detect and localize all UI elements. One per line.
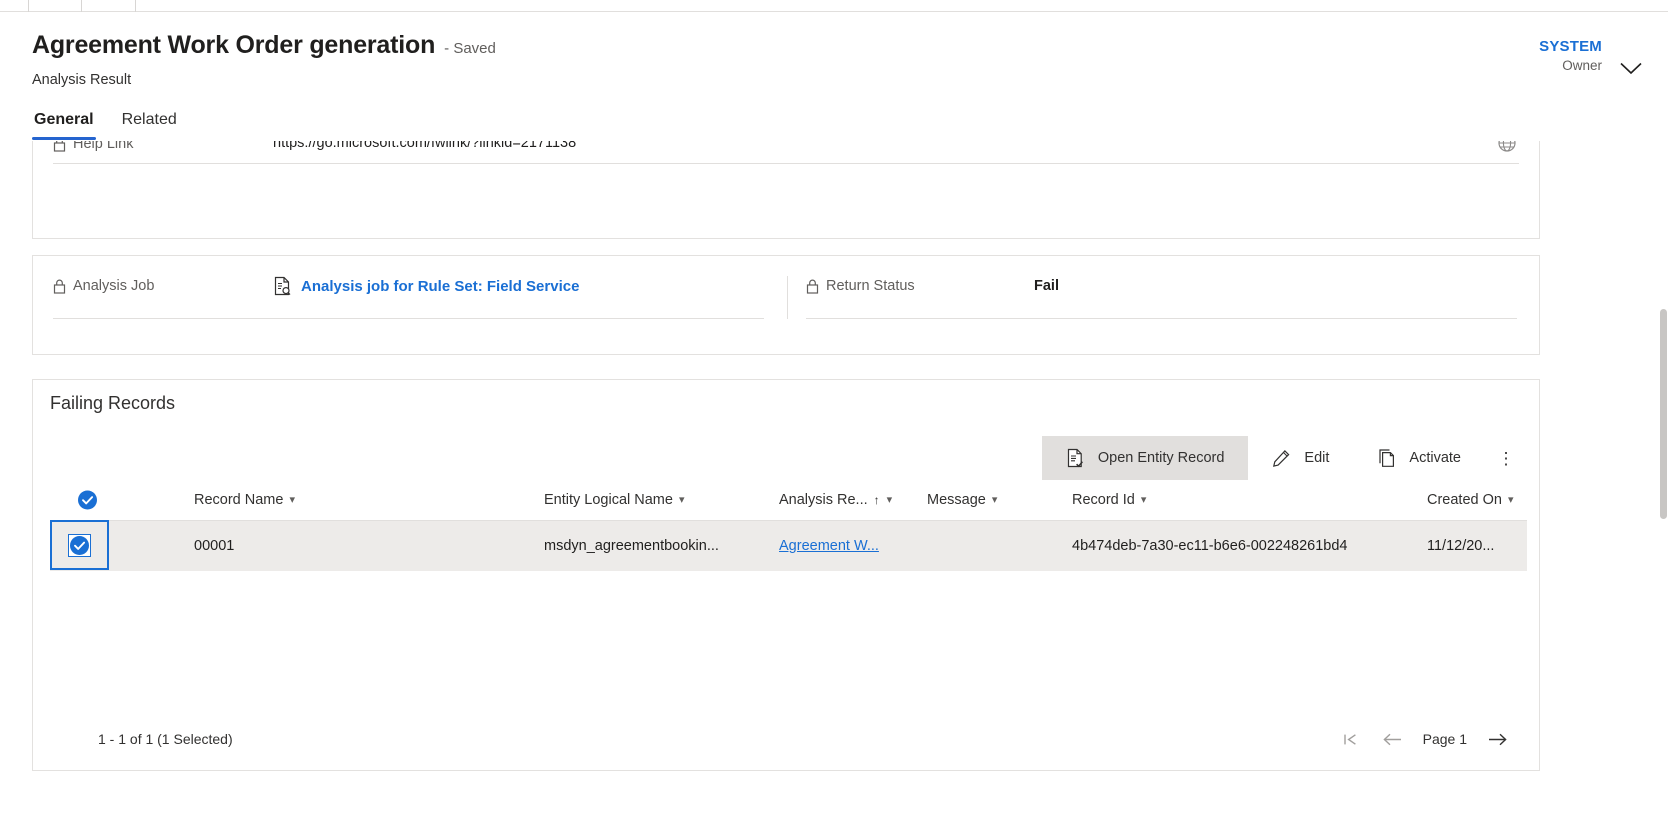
- column-header-message[interactable]: Message ▾: [927, 492, 997, 508]
- grid-footer: 1 - 1 of 1 (1 Selected) Page 1: [50, 720, 1527, 760]
- more-commands-icon[interactable]: ⋮: [1485, 436, 1527, 480]
- previous-page-icon[interactable]: [1381, 726, 1405, 752]
- vertical-scrollbar[interactable]: [1659, 141, 1668, 831]
- next-page-icon[interactable]: [1485, 726, 1509, 752]
- chrome-divider: [28, 0, 29, 12]
- first-page-icon[interactable]: [1339, 726, 1363, 752]
- owner-name[interactable]: SYSTEM: [1539, 37, 1602, 57]
- column-header-label: Record Id: [1072, 492, 1135, 508]
- help-link-row: Help Link https://go.microsoft.com/fwlin…: [33, 141, 1539, 176]
- row-select-checkbox[interactable]: [50, 520, 109, 570]
- help-link-label: Help Link: [73, 141, 134, 152]
- column-header-record-id[interactable]: Record Id ▾: [1072, 492, 1146, 508]
- lock-icon: [53, 141, 66, 152]
- entity-type-label: Analysis Result: [32, 72, 132, 88]
- activate-label: Activate: [1409, 450, 1461, 466]
- chevron-down-icon[interactable]: ▾: [1141, 494, 1147, 506]
- help-link-card: Help Link https://go.microsoft.com/fwlin…: [32, 141, 1540, 239]
- save-status: - Saved: [444, 40, 496, 57]
- analysis-job-label-group: Analysis Job: [53, 278, 154, 294]
- form-tabs: General Related: [32, 111, 179, 140]
- form-body: Help Link https://go.microsoft.com/fwlin…: [0, 141, 1668, 831]
- help-link-value: https://go.microsoft.com/fwlink/?linkid=…: [273, 141, 577, 151]
- field-underline: [806, 318, 1517, 319]
- chevron-down-icon[interactable]: ▾: [992, 494, 998, 506]
- sort-ascending-icon: ↑: [873, 493, 880, 507]
- column-header-label: Created On: [1427, 492, 1502, 508]
- analysis-job-label: Analysis Job: [73, 278, 155, 294]
- pagination-controls: Page 1: [1339, 726, 1509, 752]
- globe-icon[interactable]: [1497, 141, 1517, 153]
- activate-page-icon: [1377, 448, 1396, 468]
- open-entity-record-label: Open Entity Record: [1097, 450, 1225, 466]
- owner-role-label: Owner: [1562, 58, 1602, 74]
- column-header-entity-logical-name[interactable]: Entity Logical Name ▾: [544, 492, 684, 508]
- analysis-job-value-group[interactable]: Analysis job for Rule Set: Field Service: [273, 276, 579, 296]
- return-status-label: Return Status: [826, 278, 915, 294]
- tab-general[interactable]: General: [32, 111, 96, 140]
- cell-record-id: 4b474deb-7a30-ec11-b6e6-002248261bd4: [1072, 538, 1348, 554]
- subgrid-title: Failing Records: [50, 393, 176, 413]
- column-header-created-on[interactable]: Created On ▾: [1427, 492, 1514, 508]
- cell-created-on: 11/12/20...: [1427, 538, 1495, 554]
- chrome-divider: [135, 0, 136, 12]
- browser-chrome-strip: [0, 0, 1668, 12]
- analysis-job-column: Analysis Job Analysis job for Rule Set: …: [33, 256, 786, 354]
- edit-label: Edit: [1304, 450, 1330, 466]
- field-underline: [53, 318, 764, 319]
- page-title: Agreement Work Order generation: [32, 31, 436, 59]
- column-header-label: Analysis Re...: [779, 492, 868, 508]
- cell-entity-logical-name: msdyn_agreementbookin...: [544, 538, 719, 554]
- open-entity-record-button[interactable]: Open Entity Record: [1041, 436, 1249, 480]
- column-header-label: Entity Logical Name: [544, 492, 673, 508]
- app-root: Agreement Work Order generation - Saved …: [0, 0, 1668, 831]
- return-status-label-group: Return Status: [806, 278, 915, 294]
- tab-related[interactable]: Related: [120, 111, 179, 140]
- two-column-layout: Analysis Job Analysis job for Rule Set: …: [33, 256, 1539, 354]
- cell-analysis-result-link[interactable]: Agreement W...: [779, 538, 879, 554]
- grid-header-row: Record Name ▾ Entity Logical Name ▾ Anal…: [50, 480, 1527, 521]
- page-number-label: Page 1: [1422, 731, 1467, 747]
- title-row: Agreement Work Order generation - Saved: [32, 31, 496, 60]
- column-header-label: Record Name: [194, 492, 284, 508]
- column-header-label: Message: [927, 492, 986, 508]
- chevron-down-icon[interactable]: ▾: [1508, 494, 1514, 506]
- chevron-down-icon[interactable]: ▾: [679, 494, 685, 506]
- open-entity-record-icon: [1066, 448, 1085, 468]
- activate-button[interactable]: Activate: [1353, 436, 1485, 480]
- analysis-job-record-icon: [273, 276, 292, 296]
- analysis-job-card: Analysis Job Analysis job for Rule Set: …: [32, 255, 1540, 355]
- failing-records-subgrid: Failing Records Open Entity Record Edit …: [32, 379, 1540, 771]
- lock-icon: [53, 279, 66, 294]
- subgrid-command-bar: Open Entity Record Edit Activate ⋮: [1041, 436, 1527, 480]
- return-status-value: Fail: [1034, 278, 1059, 294]
- pencil-icon: [1272, 449, 1291, 468]
- owner-info[interactable]: SYSTEM Owner: [1539, 37, 1602, 75]
- chrome-divider: [81, 0, 82, 12]
- record-header: Agreement Work Order generation - Saved …: [0, 13, 1668, 141]
- help-link-label-group: Help Link: [53, 141, 133, 152]
- row-checkbox-box: [68, 533, 91, 557]
- field-underline: [53, 163, 1519, 164]
- scrollbar-thumb[interactable]: [1660, 309, 1667, 519]
- analysis-job-link[interactable]: Analysis job for Rule Set: Field Service: [301, 278, 579, 295]
- edit-button[interactable]: Edit: [1248, 436, 1353, 480]
- table-row[interactable]: 00001 msdyn_agreementbookin... Agreement…: [50, 520, 1527, 571]
- cell-record-name: 00001: [194, 538, 235, 554]
- record-count-label: 1 - 1 of 1 (1 Selected): [98, 731, 233, 747]
- chevron-down-icon[interactable]: ▾: [289, 494, 295, 506]
- chevron-down-icon[interactable]: ▾: [887, 494, 893, 506]
- return-status-column: Return Status Fail: [786, 256, 1539, 354]
- column-header-analysis-result[interactable]: Analysis Re... ↑ ▾: [779, 492, 892, 508]
- lock-icon: [806, 279, 819, 294]
- column-header-record-name[interactable]: Record Name ▾: [194, 492, 295, 508]
- select-all-checkbox[interactable]: [78, 490, 97, 510]
- chevron-down-icon[interactable]: [1614, 55, 1648, 81]
